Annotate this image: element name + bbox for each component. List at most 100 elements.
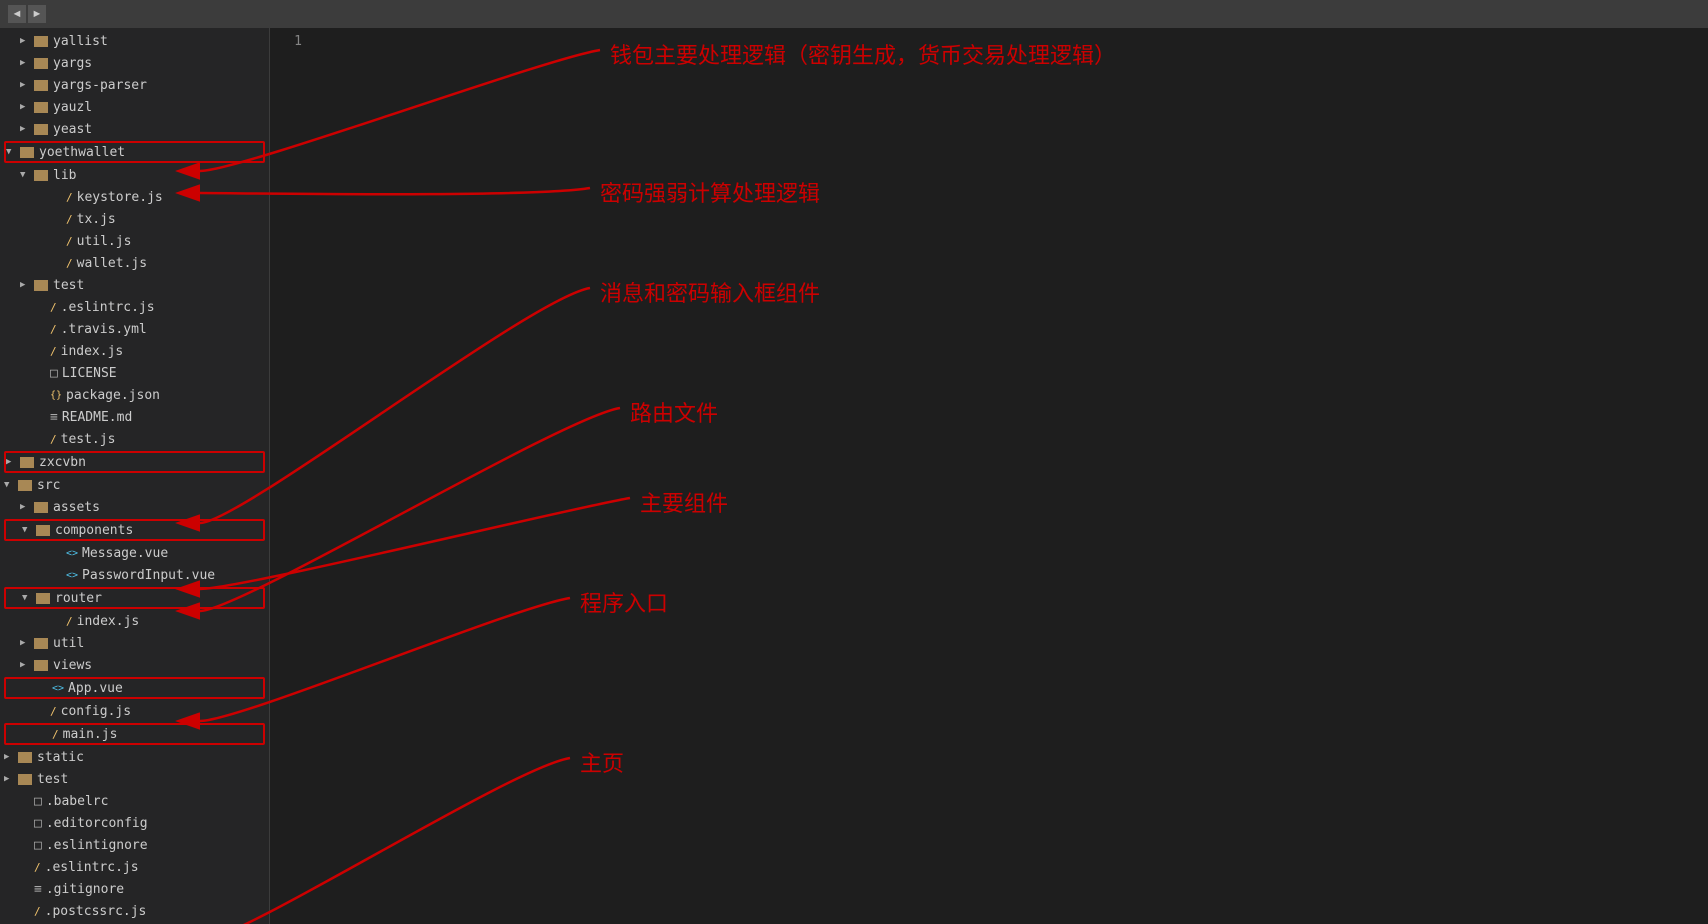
tree-item-router[interactable]: ▼router <box>4 587 265 609</box>
tree-label-.travis.yml: .travis.yml <box>61 322 147 337</box>
file-icon-test.js: / <box>50 433 57 446</box>
tree-item-tx.js[interactable]: / tx.js <box>0 208 269 230</box>
folder-icon-yoethwallet <box>20 147 34 158</box>
folder-icon-router <box>36 593 50 604</box>
tree-item-main.js[interactable]: / main.js <box>4 723 265 745</box>
folder-icon-yauzl <box>34 102 48 113</box>
tree-label-main.js: main.js <box>63 727 118 742</box>
tree-item-.postcssrc.js[interactable]: / .postcssrc.js <box>0 900 269 922</box>
tree-label-static: static <box>37 750 84 765</box>
folder-arrow-test: ▶ <box>20 280 30 290</box>
tree-item-router-index.js[interactable]: / index.js <box>0 610 269 632</box>
folder-arrow-yargs-parser: ▶ <box>20 80 30 90</box>
tree-item-assets[interactable]: ▶assets <box>0 496 269 518</box>
tree-item-test.js[interactable]: / test.js <box>0 428 269 450</box>
tree-item-util.js[interactable]: / util.js <box>0 230 269 252</box>
tree-item-yallist[interactable]: ▶ yallist <box>0 30 269 52</box>
folder-icon-test2 <box>18 774 32 785</box>
file-icon-.eslintrc.js: / <box>50 301 57 314</box>
folder-arrow-lib: ▼ <box>20 170 30 180</box>
folder-icon-assets <box>34 502 48 513</box>
file-icon-package.json: {} <box>50 390 62 401</box>
tree-label-.eslintrc.js2: .eslintrc.js <box>45 860 139 875</box>
folder-arrow-yargs: ▶ <box>20 58 30 68</box>
tree-item-src[interactable]: ▼src <box>0 474 269 496</box>
tree-label-yauzl: yauzl <box>53 100 92 115</box>
tree-item-views[interactable]: ▶views <box>0 654 269 676</box>
tree-item-.eslintignore[interactable]: □.eslintignore <box>0 834 269 856</box>
folder-arrow-components: ▼ <box>22 525 32 535</box>
tree-label-.gitignore: .gitignore <box>46 882 124 897</box>
tree-item-README.md[interactable]: ≡ README.md <box>0 406 269 428</box>
tree-item-components[interactable]: ▼ components <box>4 519 265 541</box>
tree-item-yoethwallet[interactable]: ▼yoethwallet <box>4 141 265 163</box>
tree-label-test2: test <box>37 772 68 787</box>
tree-item-zxcvbn[interactable]: ▶zxcvbn <box>4 451 265 473</box>
line-numbers: 1 <box>270 28 310 52</box>
tree-item-test[interactable]: ▶ test <box>0 274 269 296</box>
tree-item-.editorconfig[interactable]: □.editorconfig <box>0 812 269 834</box>
tree-item-keystore.js[interactable]: / keystore.js <box>0 186 269 208</box>
tree-label-.eslintignore: .eslintignore <box>46 838 148 853</box>
file-icon-Message.vue: <> <box>66 548 78 559</box>
tree-item-LICENSE[interactable]: □ LICENSE <box>0 362 269 384</box>
file-tree[interactable]: ▶yallist▶yargs▶yargs-parser▶yauzl▶yeast▼… <box>0 28 270 924</box>
file-icon-util.js: / <box>66 235 73 248</box>
tree-item-yauzl[interactable]: ▶ yauzl <box>0 96 269 118</box>
tree-label-README.md: README.md <box>62 410 132 425</box>
file-icon-LICENSE: □ <box>50 366 58 381</box>
file-icon-wallet.js: / <box>66 257 73 270</box>
tree-item-static[interactable]: ▶ static <box>0 746 269 768</box>
tree-label-yargs: yargs <box>53 56 92 71</box>
tree-item-lib[interactable]: ▼lib <box>0 164 269 186</box>
tree-item-yeast[interactable]: ▶yeast <box>0 118 269 140</box>
folder-icon-yallist <box>34 36 48 47</box>
folder-icon-test <box>34 280 48 291</box>
tree-item-yargs[interactable]: ▶ yargs <box>0 52 269 74</box>
tree-label-router-index.js: index.js <box>77 614 140 629</box>
tree-label-yargs-parser: yargs-parser <box>53 78 147 93</box>
folder-icon-util <box>34 638 48 649</box>
folder-icon-static <box>18 752 32 763</box>
tree-item-.eslintrc.js2[interactable]: / .eslintrc.js <box>0 856 269 878</box>
tree-label-components: components <box>55 523 133 538</box>
folder-icon-components <box>36 525 50 536</box>
folder-arrow-yauzl: ▶ <box>20 102 30 112</box>
tree-item-config.js[interactable]: / config.js <box>0 700 269 722</box>
file-icon-App.vue: <> <box>52 683 64 694</box>
tree-label-wallet.js: wallet.js <box>77 256 147 271</box>
tree-item-wallet.js[interactable]: / wallet.js <box>0 252 269 274</box>
tree-item-PasswordInput.vue[interactable]: <>PasswordInput.vue <box>0 564 269 586</box>
tree-item-yargs-parser[interactable]: ▶ yargs-parser <box>0 74 269 96</box>
folder-icon-views <box>34 660 48 671</box>
folder-arrow-yeast: ▶ <box>20 124 30 134</box>
tree-label-LICENSE: LICENSE <box>62 366 117 381</box>
folder-arrow-test2: ▶ <box>4 774 14 784</box>
tree-item-.travis.yml[interactable]: / .travis.yml <box>0 318 269 340</box>
folder-icon-yargs <box>34 58 48 69</box>
file-icon-PasswordInput.vue: <> <box>66 570 78 581</box>
folder-arrow-static: ▶ <box>4 752 14 762</box>
tree-label-.babelrc: .babelrc <box>46 794 109 809</box>
tree-label-test: test <box>53 278 84 293</box>
tree-item-package.json[interactable]: {}package.json <box>0 384 269 406</box>
file-icon-README.md: ≡ <box>50 410 58 425</box>
tree-item-index.js[interactable]: / index.js <box>0 340 269 362</box>
nav-back[interactable]: ◄ <box>8 5 26 23</box>
tree-item-Message.vue[interactable]: <>Message.vue <box>0 542 269 564</box>
tree-label-yallist: yallist <box>53 34 108 49</box>
tree-item-.babelrc[interactable]: □.babelrc <box>0 790 269 812</box>
tree-item-.gitignore[interactable]: ≡.gitignore <box>0 878 269 900</box>
tree-item-util[interactable]: ▶util <box>0 632 269 654</box>
nav-forward[interactable]: ► <box>28 5 46 23</box>
folder-arrow-yallist: ▶ <box>20 36 30 46</box>
tree-item-App.vue[interactable]: <>App.vue <box>4 677 265 699</box>
nav-arrows[interactable]: ◄ ► <box>8 5 46 23</box>
tree-label-tx.js: tx.js <box>77 212 116 227</box>
tree-item-.eslintrc.js[interactable]: / .eslintrc.js <box>0 296 269 318</box>
folder-arrow-yoethwallet: ▼ <box>6 147 16 157</box>
tree-label-zxcvbn: zxcvbn <box>39 455 86 470</box>
editor-panel: 1 钱包主要处理逻辑（密钥生成，货币交易处理逻辑） 密码强弱计算处理逻辑 消息和… <box>270 28 1708 924</box>
tree-item-test2[interactable]: ▶ test <box>0 768 269 790</box>
file-icon-.postcssrc.js: / <box>34 905 41 918</box>
